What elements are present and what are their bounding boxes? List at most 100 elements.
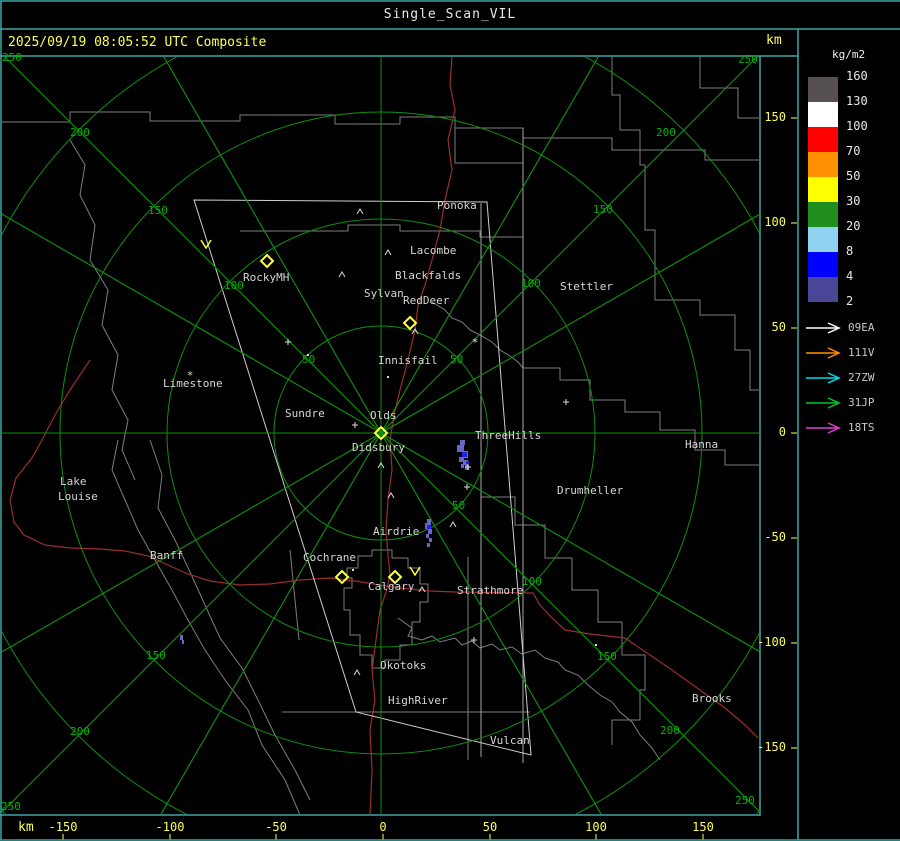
range-ring-label: 100 (521, 277, 541, 290)
legend-color-block (808, 77, 838, 102)
range-ring-label: 50 (302, 353, 316, 366)
frame-lines (0, 0, 900, 841)
range-ring-label: 100 (522, 575, 542, 588)
echo-cell (427, 519, 431, 523)
echo-cell (461, 464, 464, 468)
obs-marker-icon (387, 376, 389, 378)
legend-value-label: 130 (846, 94, 868, 108)
city-label: Vulcan (490, 734, 530, 747)
right-axis-tick-label: 150 (764, 110, 786, 124)
legend-value-label: 20 (846, 219, 861, 233)
range-ring-label: 250 (1, 800, 21, 813)
range-ring-label: 50 (450, 353, 464, 366)
legend-value-label: 4 (846, 269, 854, 283)
city-label: Drumheller (557, 484, 624, 497)
echo-cell (466, 461, 469, 464)
city-label: Limestone (163, 377, 223, 390)
bottom-axis-tick-label: 100 (585, 820, 607, 834)
city-label: Lake (60, 475, 87, 488)
radar-app-window: * * Single_Scan_VIL 2025/09/19 08:05:52 U… (0, 0, 900, 841)
radar-arrow-label: 31JP (848, 396, 875, 409)
echo-cell (182, 640, 184, 644)
city-label: Didsbury (352, 441, 405, 454)
legend-value-label: 2 (846, 294, 854, 308)
right-axis-unit-label: km (766, 33, 782, 48)
bottom-axis-unit-label: km (18, 820, 34, 835)
obs-marker-icon (285, 339, 291, 345)
city-label: Cochrane (303, 551, 356, 564)
echo-cell (180, 635, 183, 640)
obs-marker-icon (338, 271, 346, 278)
county-boundaries (2, 57, 759, 814)
legend-color-block (808, 177, 838, 202)
obs-marker-icon (595, 644, 597, 646)
city-label: RedDeer (403, 294, 450, 307)
city-label: RockyMH (243, 271, 290, 284)
city-label: Stettler (560, 280, 613, 293)
range-ring-label: 200 (70, 126, 90, 139)
range-ring-label: 150 (146, 649, 166, 662)
city-label: Brooks (692, 692, 732, 705)
echo-cell (460, 440, 465, 445)
radar-arrow-label: 27ZW (848, 371, 875, 384)
legend-color-block (808, 227, 838, 252)
echo-cell (428, 529, 432, 534)
radar-arrow-label: 111V (848, 346, 875, 359)
echo-cell (462, 452, 467, 457)
city-label: Banff (150, 549, 184, 562)
echo-cell (427, 525, 431, 529)
legend-color-block (808, 252, 838, 277)
storm-vector-icon (200, 239, 212, 250)
legend-color-block (808, 277, 838, 302)
range-ring-label: 150 (148, 204, 168, 217)
city-label: Innisfail (378, 354, 438, 367)
bottom-axis-tick-label: 0 (379, 820, 387, 834)
city-label: Strathmore (457, 584, 524, 597)
city-label: Sylvan (364, 287, 404, 300)
bottom-axis-tick-label: -50 (265, 820, 287, 834)
radar-site-icon (259, 253, 275, 269)
obs-marker-icon (352, 422, 358, 428)
window-title-bar[interactable]: Single_Scan_VIL (0, 0, 900, 28)
range-ring-label: 200 (656, 126, 676, 139)
city-label: Louise (58, 490, 98, 503)
range-rings (2, 57, 759, 814)
right-axis-tick-label: 50 (771, 320, 786, 334)
legend-value-label: 100 (846, 119, 868, 133)
echo-cell (426, 534, 429, 538)
city-label: ThreeHills (475, 429, 542, 442)
range-ring-label: 250 (738, 53, 758, 66)
legend-value-label: 8 (846, 244, 854, 258)
obs-marker-icon (352, 569, 354, 571)
echo-cell (457, 445, 464, 452)
echo-cell (429, 538, 432, 542)
legend-color-block (808, 202, 838, 227)
legend-color-block (808, 102, 838, 127)
radar-arrow-icons (806, 322, 841, 434)
right-axis-tick-label: -150 (757, 740, 786, 754)
range-ring-label: 200 (660, 724, 680, 737)
range-ring-label: 250 (2, 51, 22, 64)
range-ring-label: 250 (735, 794, 755, 807)
obs-marker-icon (356, 208, 364, 215)
city-label: Sundre (285, 407, 325, 420)
legend-value-label: 30 (846, 194, 861, 208)
radar-site-icon (402, 315, 418, 331)
legend-value-label: 160 (846, 69, 868, 83)
legend-color-block (808, 152, 838, 177)
obs-marker-icon (471, 637, 477, 643)
city-label: Lacombe (410, 244, 457, 257)
right-axis-tick-label: -50 (764, 530, 786, 544)
window-title: Single_Scan_VIL (383, 7, 517, 22)
legend-color-block (808, 127, 838, 152)
radar-map-canvas[interactable]: ** (0, 0, 900, 841)
right-axis-tick-label: 0 (778, 425, 786, 439)
radar-arrow-label: 09EA (848, 321, 875, 334)
radar-site-icon (334, 569, 350, 585)
obs-marker-icon (384, 249, 392, 256)
city-label: Blackfalds (395, 269, 462, 282)
bottom-axis-tick-label: 150 (692, 820, 714, 834)
city-label: HighRiver (388, 694, 448, 707)
range-ring-label: 150 (597, 650, 617, 663)
city-label: Hanna (685, 438, 719, 451)
